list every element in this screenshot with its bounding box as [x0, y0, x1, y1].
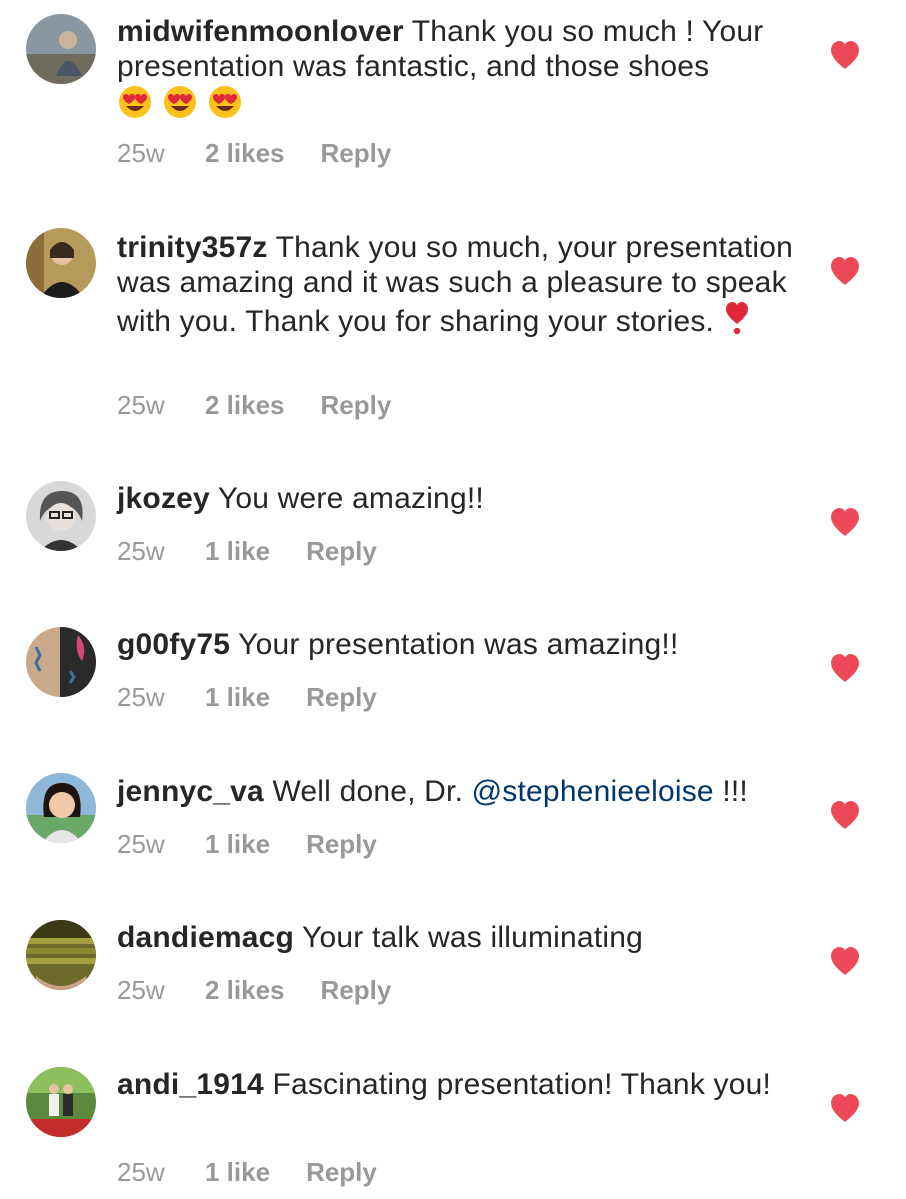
comment-body: g00fy75 Your presentation was amazing!! [117, 627, 797, 662]
comment-meta: 25w 1 like Reply [117, 536, 377, 567]
avatar-photo [26, 773, 96, 843]
comment-username[interactable]: andi_1914 [117, 1068, 264, 1101]
reply-button[interactable]: Reply [321, 138, 392, 169]
comment-timestamp: 25w [117, 829, 165, 859]
comment-meta: 25w 1 like Reply [117, 682, 377, 713]
like-heart-icon[interactable] [829, 946, 861, 976]
comment-likes[interactable]: 1 like [205, 682, 270, 713]
comment-username[interactable]: dandiemacg [117, 921, 294, 954]
comment-body: midwifenmoonlover Thank you so much ! Yo… [117, 14, 797, 123]
comment-timestamp: 25w [117, 682, 165, 712]
avatar[interactable] [26, 773, 96, 843]
comment-timestamp: 25w [117, 536, 165, 566]
comment-text-after: !!! [713, 775, 748, 808]
comment-likes[interactable]: 1 like [205, 536, 270, 567]
avatar-photo [26, 228, 96, 298]
comment-username[interactable]: jennyc_va [117, 775, 264, 808]
avatar-photo [26, 481, 96, 551]
avatar[interactable] [26, 228, 96, 298]
avatar-photo [26, 627, 96, 697]
reply-button[interactable]: Reply [306, 536, 377, 567]
like-heart-icon[interactable] [829, 1093, 861, 1123]
comment-timestamp: 25w [117, 390, 165, 420]
comment-likes[interactable]: 2 likes [205, 390, 285, 421]
comment-text: Your talk was illuminating [294, 921, 643, 954]
heart-exclamation-emoji-icon [723, 300, 751, 336]
like-heart-icon[interactable] [829, 40, 861, 70]
reply-button[interactable]: Reply [321, 390, 392, 421]
comment-body: jkozey You were amazing!! [117, 481, 797, 516]
avatar-photo [26, 1067, 96, 1137]
heart-eyes-emoji-icon [117, 84, 243, 120]
avatar[interactable] [26, 920, 96, 990]
comment-meta: 25w 2 likes Reply [117, 390, 391, 421]
comment-meta: 25w 1 like Reply [117, 1157, 377, 1188]
like-heart-icon[interactable] [829, 507, 861, 537]
comment-body: jennyc_va Well done, Dr. @stephenieelois… [117, 774, 797, 809]
comment-likes[interactable]: 2 likes [205, 138, 285, 169]
reply-button[interactable]: Reply [306, 829, 377, 860]
avatar[interactable] [26, 14, 96, 84]
like-heart-icon[interactable] [829, 256, 861, 286]
avatar[interactable] [26, 1067, 96, 1137]
comment-meta: 25w 2 likes Reply [117, 975, 391, 1006]
avatar[interactable] [26, 627, 96, 697]
comment-text: You were amazing!! [209, 482, 484, 515]
reply-button[interactable]: Reply [321, 975, 392, 1006]
comment-timestamp: 25w [117, 975, 165, 1005]
comment-body: andi_1914 Fascinating presentation! Than… [117, 1067, 797, 1102]
avatar-photo [26, 920, 96, 990]
comment-timestamp: 25w [117, 1157, 165, 1187]
reply-button[interactable]: Reply [306, 1157, 377, 1188]
like-heart-icon[interactable] [829, 653, 861, 683]
comment-body: trinity357z Thank you so much, your pres… [117, 230, 797, 339]
comment-meta: 25w 1 like Reply [117, 829, 377, 860]
comment-username[interactable]: g00fy75 [117, 628, 230, 661]
mention-link[interactable]: @stephenieeloise [472, 775, 714, 808]
like-heart-icon[interactable] [829, 800, 861, 830]
comment-meta: 25w 2 likes Reply [117, 138, 391, 169]
comment-body: dandiemacg Your talk was illuminating [117, 920, 797, 955]
comment-username[interactable]: trinity357z [117, 231, 268, 264]
comment-likes[interactable]: 1 like [205, 829, 270, 860]
comment-username[interactable]: jkozey [117, 482, 210, 515]
avatar-photo [26, 14, 96, 84]
avatar[interactable] [26, 481, 96, 551]
comment-text: Well done, Dr. [263, 775, 472, 808]
comment-text: Your presentation was amazing!! [230, 628, 679, 661]
comment-username[interactable]: midwifenmoonlover [117, 15, 404, 48]
reply-button[interactable]: Reply [306, 682, 377, 713]
comment-timestamp: 25w [117, 138, 165, 168]
comment-likes[interactable]: 1 like [205, 1157, 270, 1188]
comment-text: Fascinating presentation! Thank you! [263, 1068, 772, 1101]
comment-likes[interactable]: 2 likes [205, 975, 285, 1006]
